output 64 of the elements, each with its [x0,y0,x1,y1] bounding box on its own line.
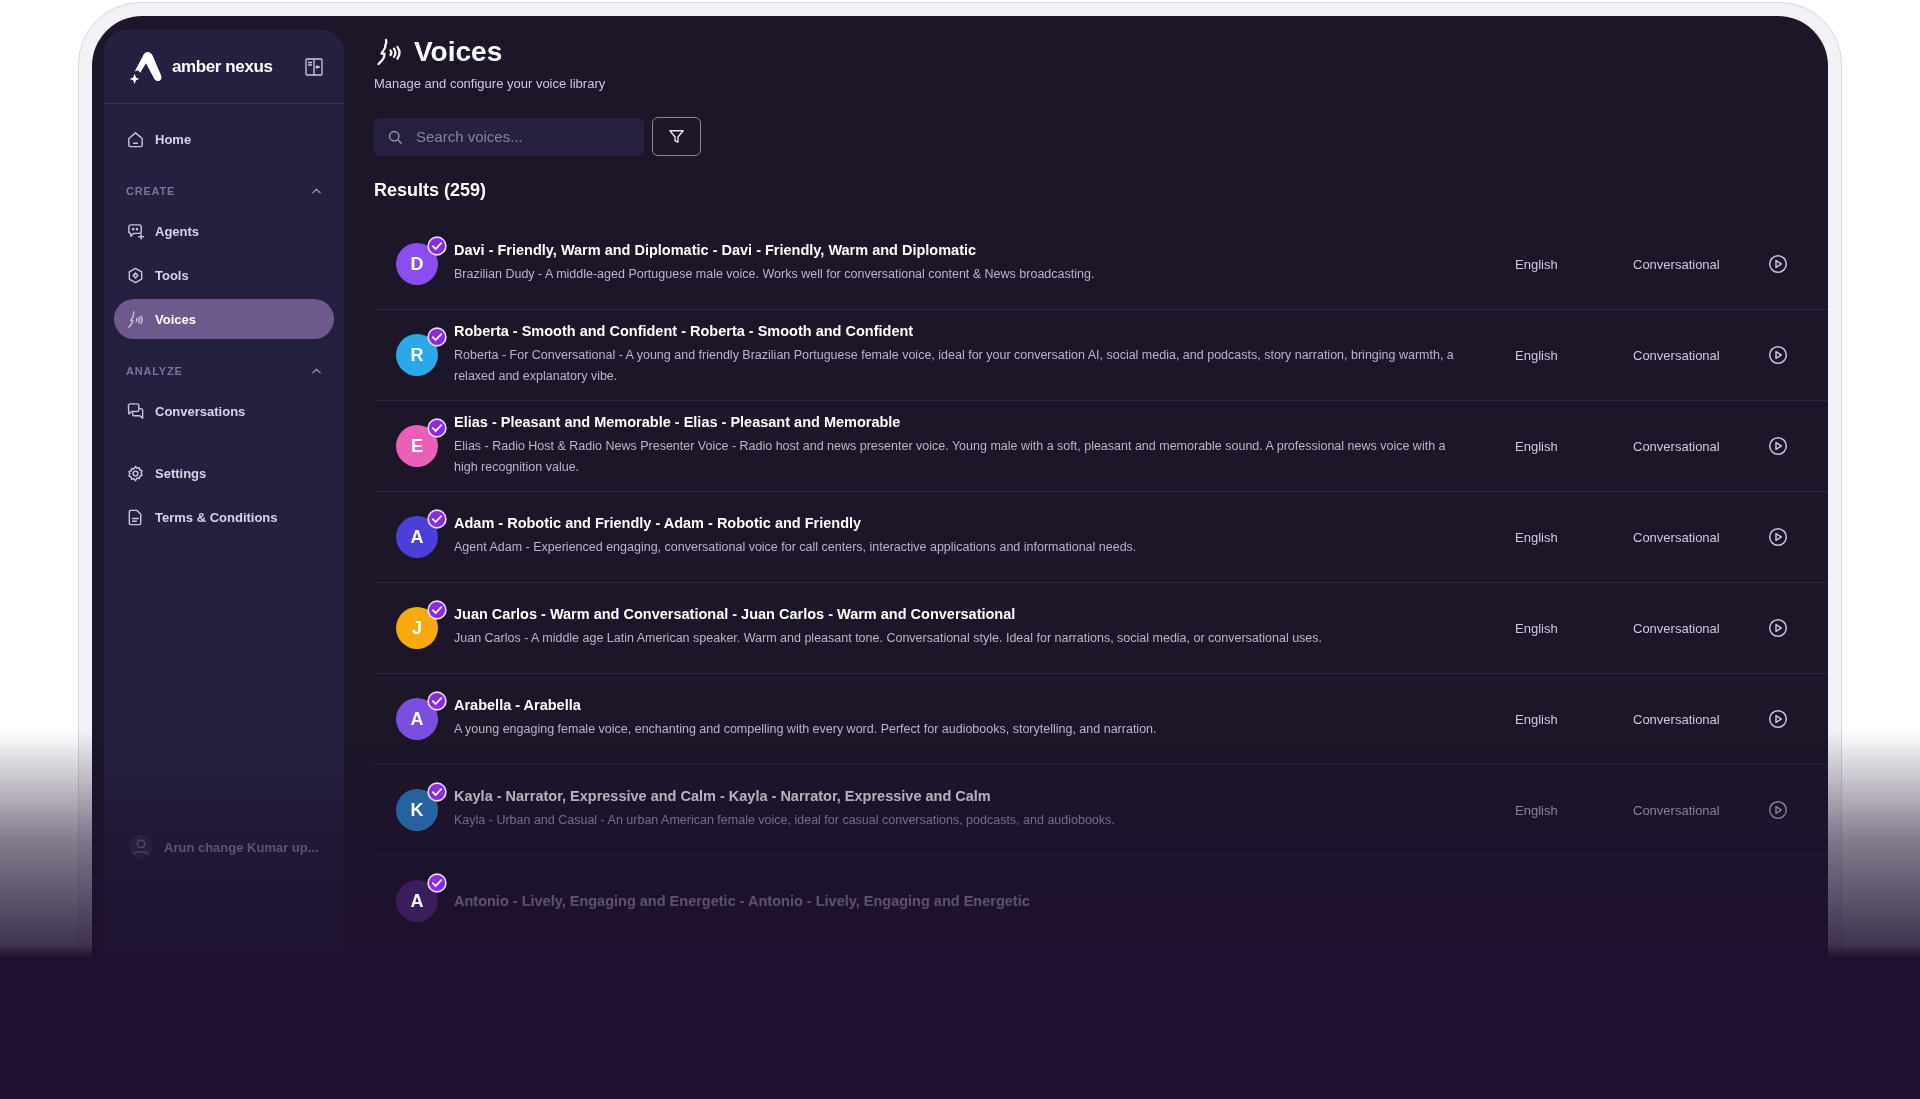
speaking-head-icon [126,309,145,329]
play-icon[interactable] [1768,345,1788,365]
voice-description: A young engaging female voice, enchanting and compelling with every word. Perfect for audiobooks, storytelling, and narration. [454,721,1158,739]
voice-description: Kayla - Urban and Casual - An urban American female voice, ideal for casual conversations, podcasts, and audiobooks. [454,812,1116,830]
sidebar-item[interactable]: Terms & Conditions [114,497,334,537]
voice-name: Davi - Friendly, Warm and Diplomatic - Davi - Friendly, Warm and Diplomatic [454,242,978,259]
voice-row[interactable]: A Arabella - Arabella A young engaging female voice, enchanting and compelling with every word. Perfect for audiobooks, storytelling, and narration. English Conversational [374,674,1828,765]
category-label: Conversational [1633,529,1720,545]
results-heading: Results (259) [374,180,488,201]
brand-name: amber nexus [172,56,274,77]
sidebar-item[interactable]: Home [114,119,334,159]
play-icon[interactable] [1768,436,1788,456]
language-label: English [1515,529,1558,545]
voice-name: Elias - Pleasant and Memorable - Elias - Pleasant and Memorable [454,413,902,430]
play-icon[interactable] [1768,618,1788,638]
search-icon [387,128,404,146]
category-label: Conversational [1633,711,1720,727]
category-label: Conversational [1633,438,1720,454]
language-label: English [1515,802,1558,818]
sidebar-toggle-icon[interactable] [304,56,324,77]
language-label: English [1515,438,1558,454]
cube-icon [126,265,145,285]
filter-button[interactable] [652,117,701,156]
sidebar-item[interactable]: Tools [114,255,334,295]
voice-name: Adam - Robotic and Friendly - Adam - Robotic and Friendly [454,515,863,532]
voice-row[interactable]: A Antonio - Lively, Engaging and Energetic - Antonio - Lively, Engaging and Energetic [374,856,1828,947]
language-label: English [1515,347,1558,363]
sidebar-item[interactable]: Voices [114,299,334,339]
voice-name: Juan Carlos - Warm and Conversational - Juan Carlos - Warm and Conversational [454,606,1017,623]
chat-bot-icon [126,221,145,241]
search-field[interactable]: Search voices... [374,117,644,156]
settings-icon [126,463,145,483]
category-label: Conversational [1633,347,1720,363]
play-icon[interactable] [1768,800,1788,820]
play-icon[interactable] [1768,527,1788,547]
sidebar-item[interactable]: Settings [114,453,334,493]
voice-description: Juan Carlos - A middle age Latin American speaker. Warm and pleasant tone. Conversational style. Ideal for narrations, social media, or conversational uses. [454,630,1324,648]
play-icon[interactable] [1768,254,1788,274]
voice-description: Brazilian Dudy - A middle-aged Portuguese male voice. Works well for conversational content & News broadcasting. [454,266,1096,284]
sidebar-item[interactable]: Conversations [114,391,334,431]
chevron-icon[interactable] [311,367,322,375]
language-label: English [1515,711,1558,727]
sidebar-item[interactable]: Agents [114,211,334,251]
chat-bubbles-icon [126,401,145,421]
voice-name: Antonio - Lively, Engaging and Energetic - Antonio - Lively, Engaging and Energetic [454,893,1031,909]
voice-description: Roberta - For Conversational - A young and friendly Brazilian Portuguese female voice, ideal for your conversation AI, social media, and podcasts, story narration, bringing warmth, a relaxed and explanatory vibe. [454,346,1455,385]
play-icon[interactable] [1768,709,1788,729]
category-label: Conversational [1633,256,1720,272]
category-label: Conversational [1633,620,1720,636]
page-subtitle: Manage and configure your voice library [374,76,607,91]
voice-description: Agent Adam - Experienced engaging, conversational voice for call centers, interactive applications and informational needs. [454,539,1138,557]
page-title: Voices [414,36,503,68]
language-label: English [1515,620,1558,636]
section-label: ANALYZE [126,365,183,377]
language-label: English [1515,256,1558,272]
chevron-icon[interactable] [311,187,322,195]
voice-name: Kayla - Narrator, Expressive and Calm - Kayla - Narrator, Expressive and Calm [454,788,992,805]
category-label: Conversational [1633,802,1720,818]
voice-name: Arabella - Arabella [454,697,582,714]
section-label: CREATE [126,185,176,197]
filter-icon [667,127,686,146]
home-icon [126,129,145,149]
voice-name: Roberta - Smooth and Confident - Roberta - Smooth and Confident [454,322,915,339]
voice-description: Elias - Radio Host & Radio News Presenter Voice - Radio host and news presenter voice. Young male with a soft, pleasant and memorable sound. A professional news voice with a high recognition value. [454,437,1447,476]
